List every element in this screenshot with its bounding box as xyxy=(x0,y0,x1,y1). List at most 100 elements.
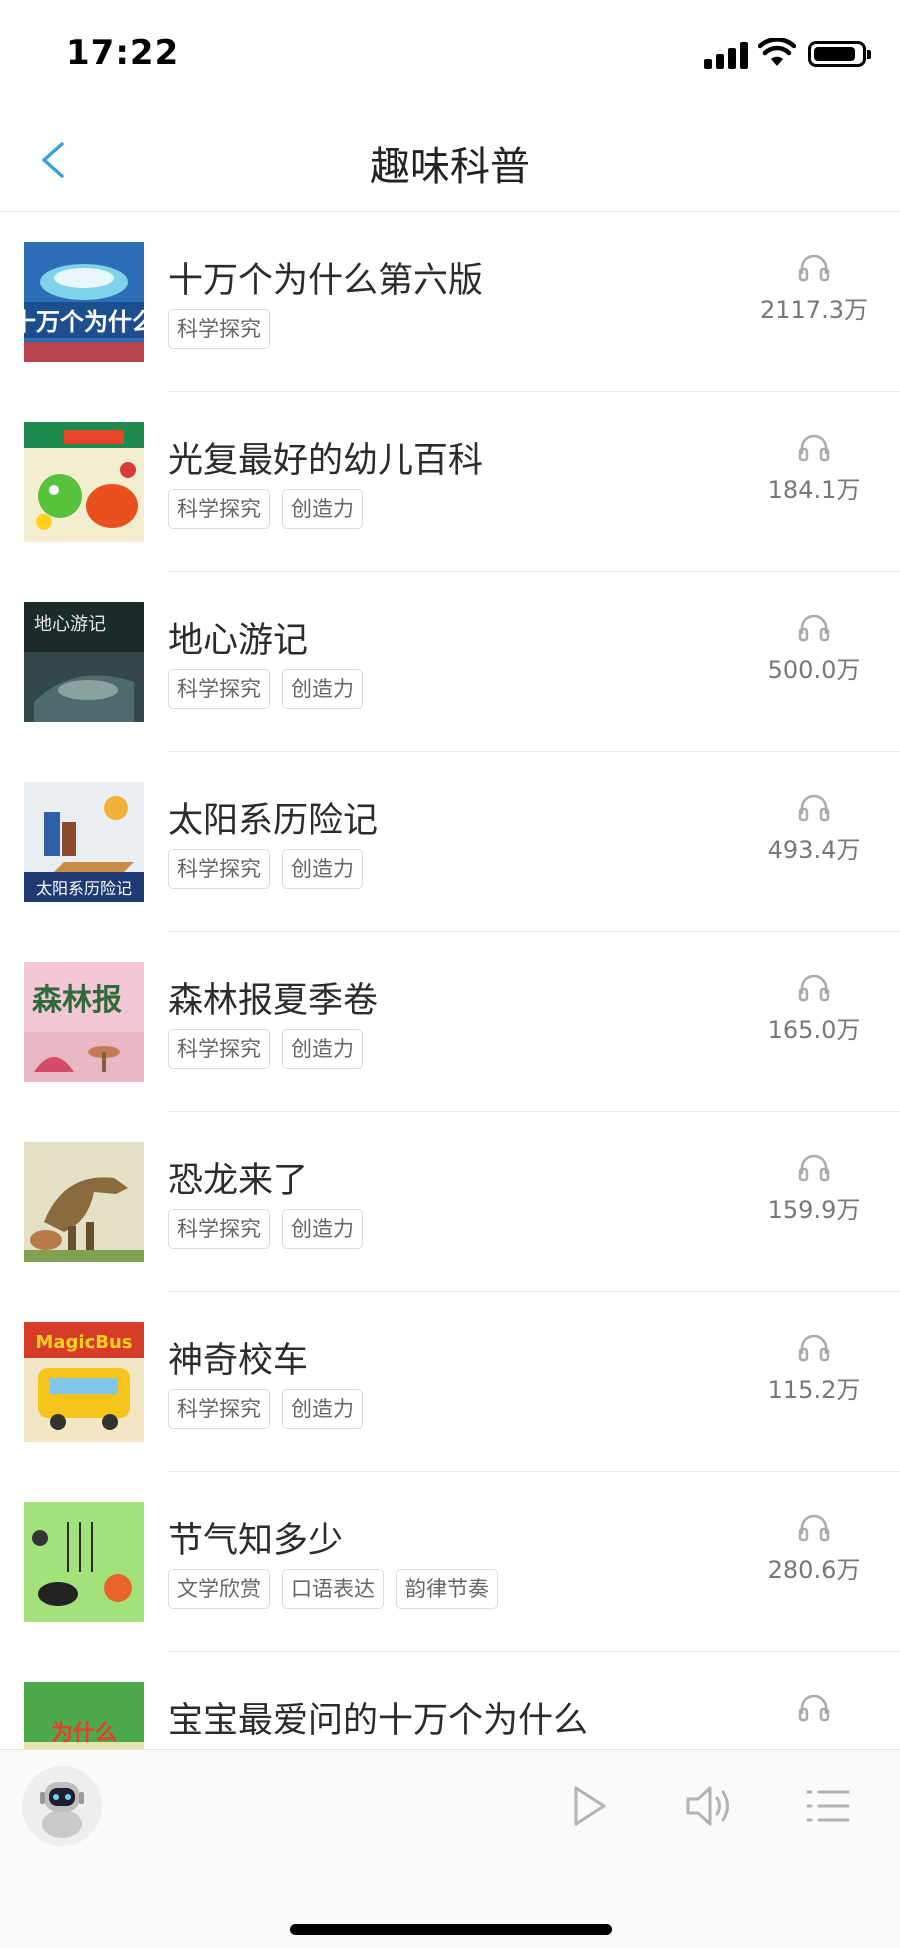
svg-text:十万个为什么: 十万个为什么 xyxy=(24,308,144,336)
play-count: 159.9万 xyxy=(754,1152,874,1225)
play-count: 493.4万 xyxy=(754,792,874,865)
status-bar: 17:22 xyxy=(0,0,900,110)
tag-label[interactable]: 创造力 xyxy=(282,849,363,889)
book-title: 十万个为什么第六版 xyxy=(168,261,484,301)
play-count-value: 493.4万 xyxy=(767,836,861,864)
play-count: 165.0万 xyxy=(754,972,874,1045)
book-title: 恐龙来了 xyxy=(168,1161,309,1201)
tag-label[interactable]: 文学欣赏 xyxy=(168,1569,270,1609)
headphone-icon xyxy=(798,1334,830,1362)
tag-label[interactable]: 韵律节奏 xyxy=(396,1569,498,1609)
play-count: 184.1万 xyxy=(754,432,874,505)
status-time: 17:22 xyxy=(66,33,180,73)
tag-label[interactable]: 创造力 xyxy=(282,1029,363,1069)
svg-text:为什么: 为什么 xyxy=(51,1721,117,1746)
tag-group: 科学探究 创造力 xyxy=(168,1209,375,1251)
play-count-value: 184.1万 xyxy=(767,476,861,504)
book-cover: 十万个为什么 xyxy=(24,242,144,362)
tag-label[interactable]: 口语表达 xyxy=(282,1569,384,1609)
book-cover xyxy=(24,1502,144,1622)
robot-avatar[interactable] xyxy=(22,1766,102,1846)
tag-group: 科学探究 创造力 xyxy=(168,489,375,531)
tag-label[interactable]: 创造力 xyxy=(282,489,363,529)
robot-icon xyxy=(22,1766,102,1846)
tag-group: 科学探究 创造力 xyxy=(168,849,375,891)
tag-group: 科学探究 创造力 xyxy=(168,669,375,711)
tag-group: 科学探究 创造力 xyxy=(168,1029,375,1071)
tag-label[interactable]: 科学探究 xyxy=(168,849,270,889)
play-count-value: 159.9万 xyxy=(767,1196,861,1224)
tag-label[interactable]: 科学探究 xyxy=(168,1389,270,1429)
headphone-icon xyxy=(798,1694,830,1722)
volume-icon xyxy=(686,1786,729,1826)
play-count-value: 280.6万 xyxy=(767,1556,861,1584)
book-cover xyxy=(24,1142,144,1262)
tag-label[interactable]: 科学探究 xyxy=(168,309,270,349)
book-title: 地心游记 xyxy=(168,621,309,661)
list-item[interactable]: 森林报 森林报夏季卷 科学探究 创造力 165.0万 xyxy=(0,932,900,1112)
book-list[interactable]: 十万个为什么十万个为什么第六版科学探究2117.3万光复最好的幼儿百科科学探究创… xyxy=(0,212,900,1749)
play-count-value: 115.2万 xyxy=(767,1376,861,1404)
headphone-icon xyxy=(798,614,830,642)
book-cover: MagicBus xyxy=(24,1322,144,1442)
battery-icon xyxy=(808,41,871,67)
play-count: 280.6万 xyxy=(754,1512,874,1585)
book-cover: 太阳系历险记 xyxy=(24,782,144,902)
screen: 17:22 趣味科普 十万个为什么十万个为什么第六版科学探究 2117.3万光复最… xyxy=(0,0,900,1948)
home-indicator xyxy=(290,1924,612,1935)
list-item[interactable]: 十万个为什么十万个为什么第六版科学探究 2117.3万 xyxy=(0,212,900,392)
play-count-value: 2117.3万 xyxy=(760,296,868,324)
svg-text:MagicBus: MagicBus xyxy=(35,1332,132,1353)
playlist-button[interactable] xyxy=(798,1776,858,1836)
svg-text:太阳系历险记: 太阳系历险记 xyxy=(36,879,132,898)
svg-text:地心游记: 地心游记 xyxy=(34,614,106,635)
playlist-icon xyxy=(806,1790,850,1822)
book-title: 宝宝最爱问的十万个为什么 xyxy=(168,1701,589,1741)
play-count: 500.0万 xyxy=(754,612,874,685)
list-item[interactable]: 恐龙来了科学探究 创造力 159.9万 xyxy=(0,1112,900,1292)
list-item[interactable]: MagicBus 神奇校车科学探究 创造力 115.2万 xyxy=(0,1292,900,1472)
tag-label[interactable]: 科学探究 xyxy=(168,669,270,709)
headphone-icon xyxy=(798,974,830,1002)
tag-label[interactable]: 创造力 xyxy=(282,1209,363,1249)
headphone-icon xyxy=(798,434,830,462)
wifi-icon xyxy=(758,38,796,66)
list-item[interactable]: 为什么 宝宝最爱问的十万个为什么 xyxy=(0,1652,900,1749)
tag-label[interactable]: 创造力 xyxy=(282,1389,363,1429)
play-button[interactable] xyxy=(558,1776,618,1836)
play-count xyxy=(754,1692,874,1730)
list-item[interactable]: 节气知多少文学欣赏 口语表达 韵律节奏 280.6万 xyxy=(0,1472,900,1652)
svg-text:森林报: 森林报 xyxy=(32,983,122,1018)
play-count-value: 500.0万 xyxy=(767,656,861,684)
headphone-icon xyxy=(798,794,830,822)
tag-label[interactable]: 科学探究 xyxy=(168,1029,270,1069)
list-item[interactable]: 光复最好的幼儿百科 科学探究 创造力 184.1万 xyxy=(0,392,900,572)
page-title: 趣味科普 xyxy=(370,144,530,190)
play-count: 115.2万 xyxy=(754,1332,874,1405)
nav-bar: 趣味科普 xyxy=(0,110,900,212)
headphone-icon xyxy=(798,1154,830,1182)
tag-group: 科学探究 xyxy=(168,309,282,351)
book-title: 森林报夏季卷 xyxy=(168,981,379,1021)
play-count-value: 165.0万 xyxy=(767,1016,861,1044)
list-item[interactable]: 太阳系历险记 太阳系历险记 科学探究 创造力 493.4万 xyxy=(0,752,900,932)
play-icon xyxy=(574,1786,606,1826)
play-count: 2117.3万 xyxy=(754,252,874,325)
book-title: 节气知多少 xyxy=(168,1521,344,1561)
tag-label[interactable]: 科学探究 xyxy=(168,489,270,529)
book-cover: 为什么 xyxy=(24,1682,144,1749)
headphone-icon xyxy=(798,1514,830,1542)
tag-group: 文学欣赏 口语表达 韵律节奏 xyxy=(168,1569,510,1611)
book-cover: 地心游记 xyxy=(24,602,144,722)
tag-label[interactable]: 科学探究 xyxy=(168,1209,270,1249)
book-title: 神奇校车 xyxy=(168,1341,309,1381)
headphone-icon xyxy=(798,254,830,282)
book-cover: 森林报 xyxy=(24,962,144,1082)
book-title: 太阳系历险记 xyxy=(168,801,379,841)
player-bar xyxy=(0,1749,900,1948)
battery-level xyxy=(814,47,855,61)
volume-button[interactable] xyxy=(680,1776,740,1836)
book-cover xyxy=(24,422,144,542)
tag-label[interactable]: 创造力 xyxy=(282,669,363,709)
list-item[interactable]: 地心游记 地心游记科学探究 创造力 500.0万 xyxy=(0,572,900,752)
